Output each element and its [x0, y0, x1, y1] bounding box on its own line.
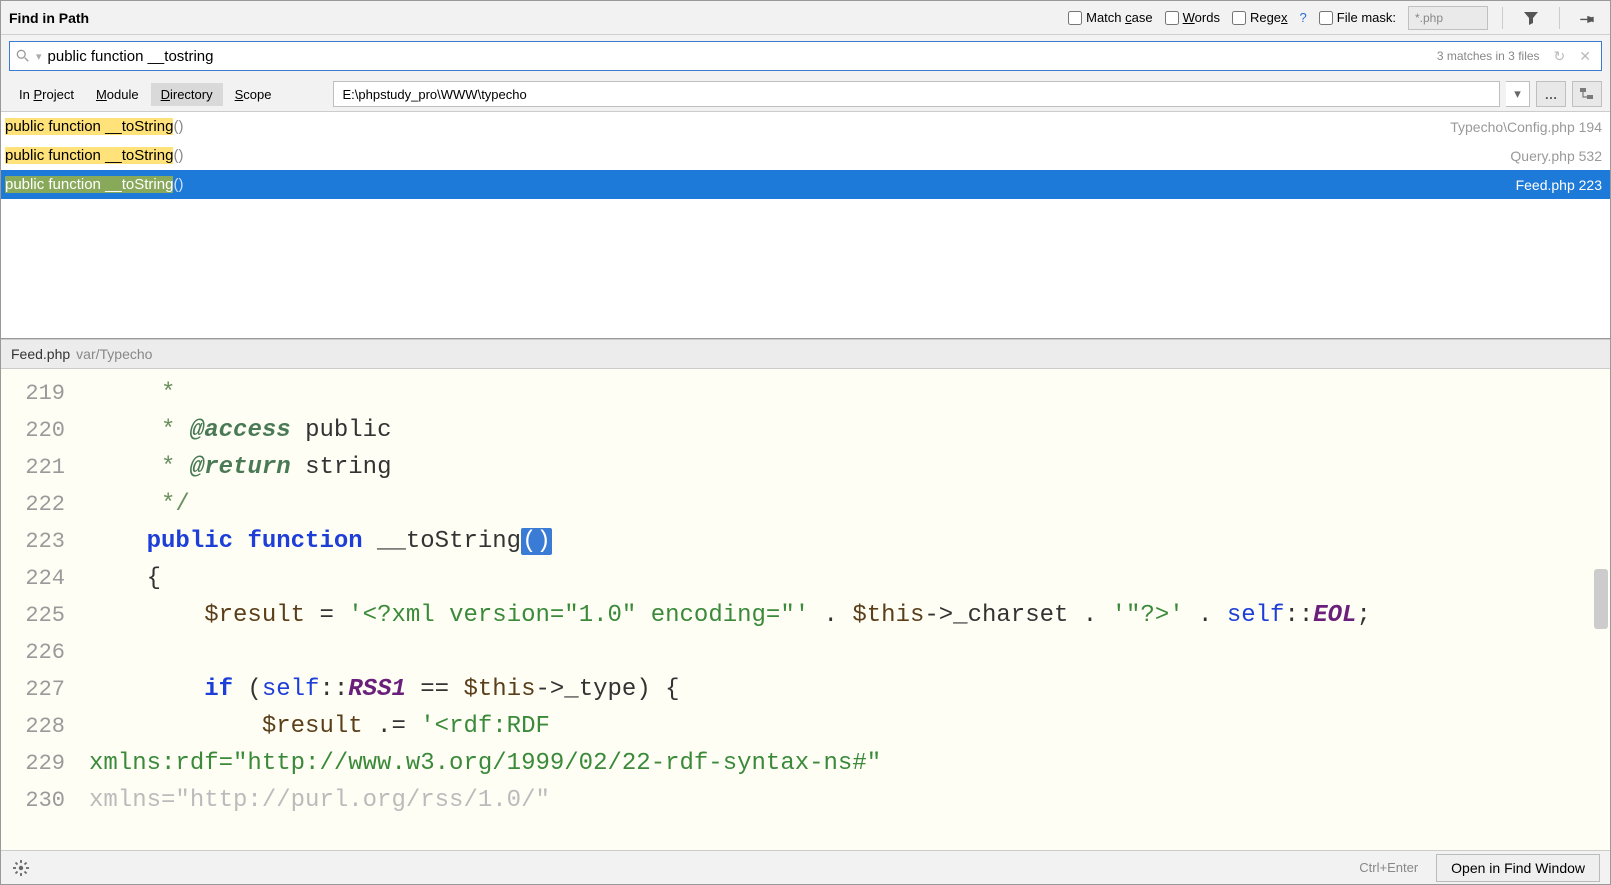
match-case-checkbox[interactable]: Match case: [1068, 10, 1152, 25]
code-preview: 219220221222223224225226227228229230 * *…: [1, 369, 1610, 850]
code-area[interactable]: * * @access public * @return string */ p…: [79, 369, 1610, 850]
file-mask-checkbox[interactable]: File mask:: [1319, 10, 1396, 25]
regex-help-link[interactable]: ?: [1300, 10, 1307, 25]
pin-icon[interactable]: [1574, 5, 1602, 31]
scope-tabs: In Project Module Directory Scope: [9, 83, 281, 106]
file-mask-input[interactable]: [1408, 6, 1488, 30]
directory-path-input[interactable]: [333, 81, 1500, 107]
line-gutter: 219220221222223224225226227228229230: [1, 369, 79, 850]
separator: [1559, 7, 1560, 29]
browse-button[interactable]: …: [1536, 81, 1566, 107]
result-row[interactable]: public function __toString()Typecho\Conf…: [1, 112, 1610, 141]
preview-filepath: var/Typecho: [76, 346, 152, 362]
shortcut-hint: Ctrl+Enter: [1359, 860, 1418, 875]
preview-filename: Feed.php: [11, 346, 70, 362]
regex-checkbox[interactable]: Regex: [1232, 10, 1288, 25]
search-box: ▾ 3 matches in 3 files ↻ ✕: [9, 41, 1602, 71]
dialog-header: Find in Path Match case Words Regex ? Fi…: [1, 1, 1610, 35]
search-input[interactable]: [48, 48, 1431, 65]
scope-tab-directory[interactable]: Directory: [151, 83, 223, 106]
results-blank-area: [1, 199, 1610, 339]
scope-row: In Project Module Directory Scope ▾ …: [1, 77, 1610, 112]
filter-icon[interactable]: [1517, 5, 1545, 31]
results-list: public function __toString()Typecho\Conf…: [1, 112, 1610, 199]
result-row[interactable]: public function __toString()Feed.php 223: [1, 170, 1610, 199]
scope-tab-in-project[interactable]: In Project: [9, 83, 84, 106]
separator: [1502, 7, 1503, 29]
path-dropdown-icon[interactable]: ▾: [1506, 81, 1530, 107]
refresh-icon[interactable]: ↻: [1550, 48, 1570, 65]
search-dropdown-icon[interactable]: ▾: [36, 50, 42, 63]
scope-tab-module[interactable]: Module: [86, 83, 149, 106]
clear-icon[interactable]: ✕: [1575, 48, 1595, 65]
vertical-scrollbar[interactable]: [1594, 569, 1608, 629]
scope-tab-scope[interactable]: Scope: [225, 83, 282, 106]
search-icon: [16, 49, 30, 63]
dialog-title: Find in Path: [9, 10, 89, 26]
recursive-button[interactable]: [1572, 81, 1602, 107]
result-row[interactable]: public function __toString()Query.php 53…: [1, 141, 1610, 170]
footer: Ctrl+Enter Open in Find Window: [1, 850, 1610, 884]
matches-count: 3 matches in 3 files: [1437, 49, 1544, 63]
search-row: ▾ 3 matches in 3 files ↻ ✕: [1, 35, 1610, 77]
open-in-find-window-button[interactable]: Open in Find Window: [1436, 854, 1600, 882]
gear-icon[interactable]: [7, 855, 35, 881]
preview-header: Feed.php var/Typecho: [1, 339, 1610, 369]
words-checkbox[interactable]: Words: [1165, 10, 1220, 25]
